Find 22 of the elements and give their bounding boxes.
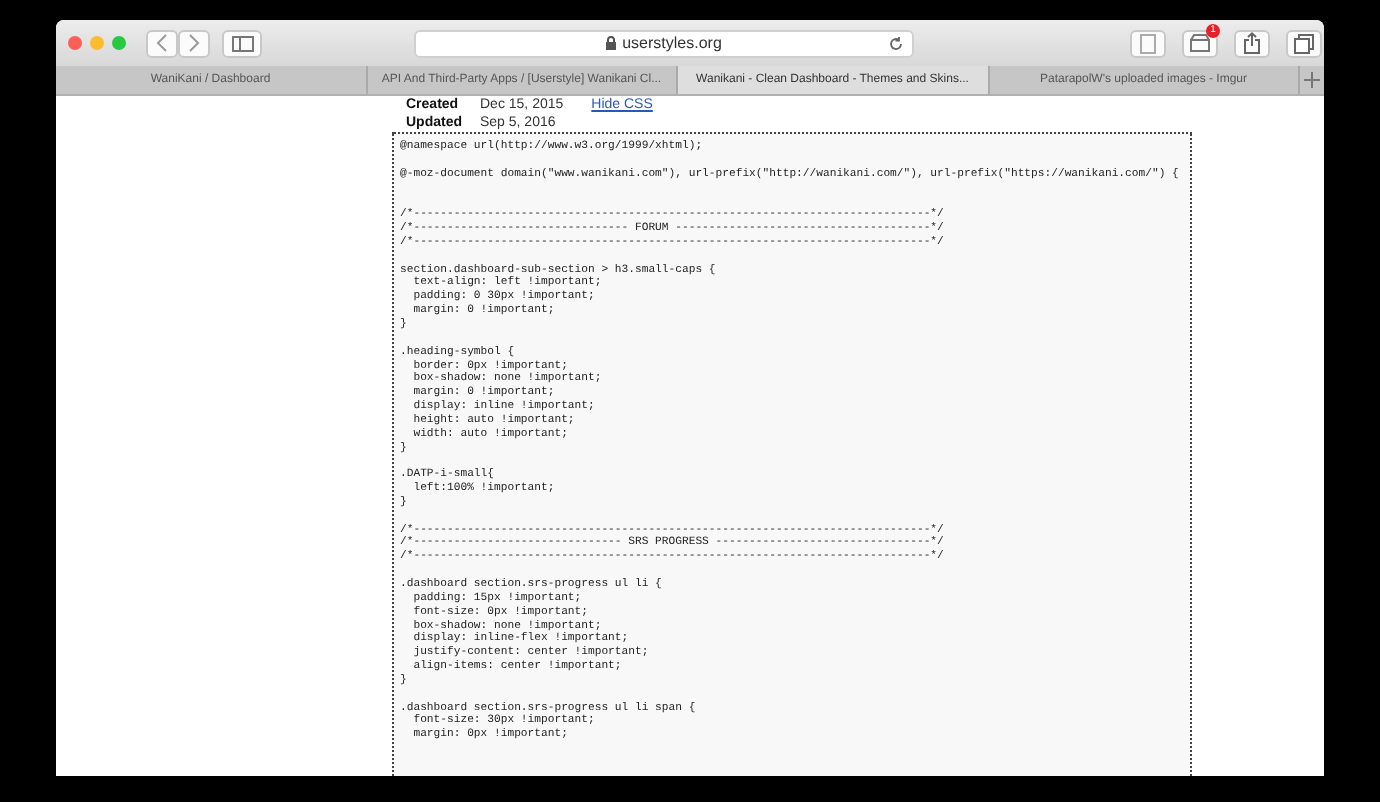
- back-button[interactable]: [146, 29, 178, 57]
- forward-button[interactable]: [178, 29, 210, 57]
- tabs-icon: [1294, 33, 1314, 53]
- address-text: userstyles.org: [622, 34, 722, 52]
- share-button[interactable]: [1234, 29, 1270, 57]
- back-chevron-icon: [156, 34, 168, 52]
- share-icon: [1244, 32, 1260, 54]
- sidebar-button[interactable]: [222, 29, 262, 57]
- address-field[interactable]: userstyles.org: [414, 29, 914, 57]
- lock-icon: [606, 36, 617, 50]
- page-icon: [1140, 33, 1156, 53]
- tray-icon: [1190, 34, 1210, 52]
- reading-list-button[interactable]: [1130, 29, 1166, 57]
- plus-icon: [1304, 72, 1320, 88]
- sidebar-icon: [231, 35, 253, 51]
- tabs-overview-button[interactable]: [1286, 29, 1322, 57]
- new-tab-button[interactable]: [1300, 66, 1324, 94]
- close-icon[interactable]: [68, 36, 82, 50]
- minimize-icon[interactable]: [90, 36, 104, 50]
- forward-chevron-icon: [188, 34, 200, 52]
- zoom-icon[interactable]: [112, 36, 126, 50]
- reload-icon[interactable]: [888, 35, 904, 51]
